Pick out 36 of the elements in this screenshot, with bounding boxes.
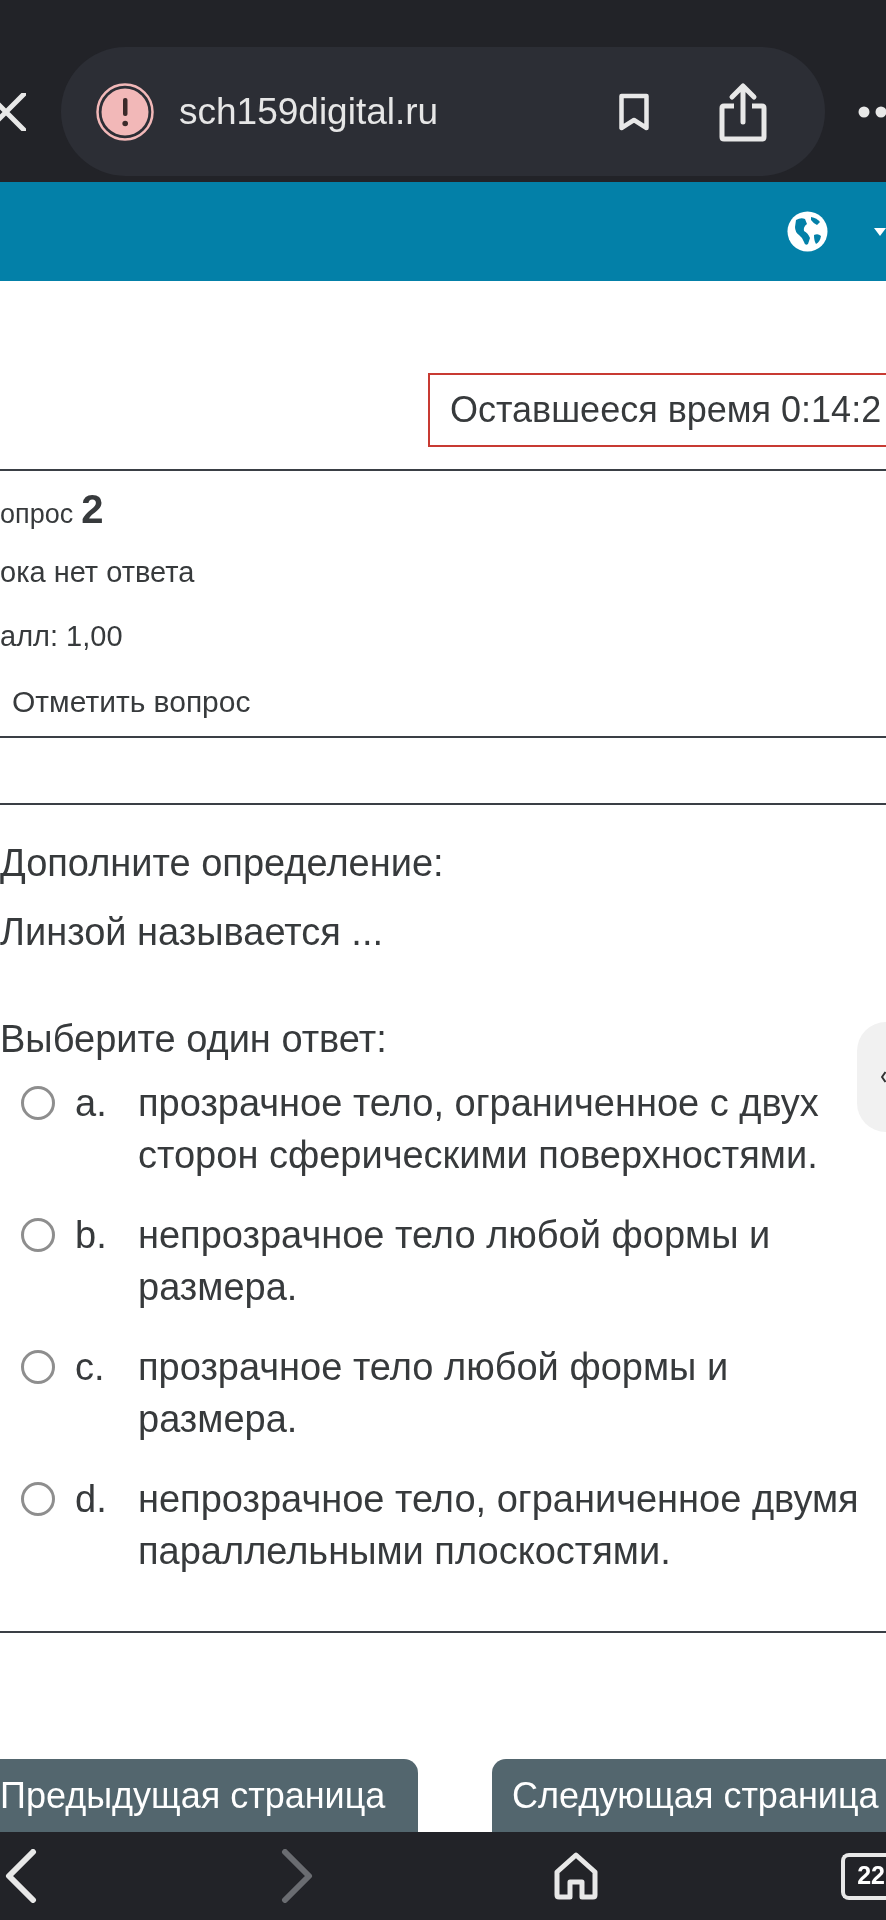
question-number: 2 bbox=[81, 486, 104, 533]
globe-icon[interactable] bbox=[787, 211, 828, 252]
question-prompt: Дополните определение: bbox=[0, 841, 444, 886]
grade-text: алл: 1,00 bbox=[0, 619, 123, 655]
flag-question-link[interactable]: Отметить вопрос bbox=[12, 678, 251, 724]
chevron-left-icon bbox=[881, 1071, 886, 1083]
back-icon[interactable] bbox=[4, 1849, 37, 1903]
option-letter: c. bbox=[75, 1345, 106, 1390]
radio-button[interactable] bbox=[21, 1218, 55, 1252]
option-text: непрозрачное тело, ограниченное двумя параллельными плоскостями. bbox=[138, 1477, 860, 1574]
option-letter: b. bbox=[75, 1213, 108, 1258]
option-text: прозрачное тело любой формы и размера. bbox=[138, 1345, 730, 1442]
previous-page-button[interactable]: Предыдущая страница bbox=[0, 1759, 418, 1832]
tabs-button[interactable]: 22 bbox=[841, 1852, 886, 1900]
option-letter: d. bbox=[75, 1477, 108, 1522]
option-text: прозрачное тело, ограниченное с двух сторон сферическими поверхностями. bbox=[138, 1081, 820, 1178]
answer-status: ока нет ответа bbox=[0, 555, 195, 591]
close-icon[interactable] bbox=[0, 92, 26, 131]
next-page-button[interactable]: Следующая страница bbox=[492, 1759, 886, 1832]
bookmark-icon[interactable] bbox=[618, 92, 650, 131]
more-icon[interactable] bbox=[858, 105, 886, 118]
question-text: Линзой называется ... bbox=[0, 910, 384, 955]
option-letter: a. bbox=[75, 1081, 108, 1126]
warning-icon[interactable] bbox=[96, 82, 154, 141]
radio-button[interactable] bbox=[21, 1482, 55, 1516]
time-remaining: Оставшееся время 0:14:2 bbox=[428, 373, 886, 447]
answer-instruction: Выберите один ответ: bbox=[0, 1017, 387, 1062]
home-icon[interactable] bbox=[553, 1851, 599, 1901]
question-label: опрос bbox=[0, 498, 74, 531]
url-text: sch159digital.ru bbox=[179, 89, 439, 134]
caret-down-icon[interactable] bbox=[874, 227, 886, 236]
share-icon[interactable] bbox=[719, 81, 767, 142]
option-text: непрозрачное тело любой формы и размера. bbox=[138, 1213, 772, 1310]
address-bar[interactable]: sch159digital.ru bbox=[61, 47, 825, 176]
radio-button[interactable] bbox=[21, 1086, 55, 1120]
radio-button[interactable] bbox=[21, 1350, 55, 1384]
